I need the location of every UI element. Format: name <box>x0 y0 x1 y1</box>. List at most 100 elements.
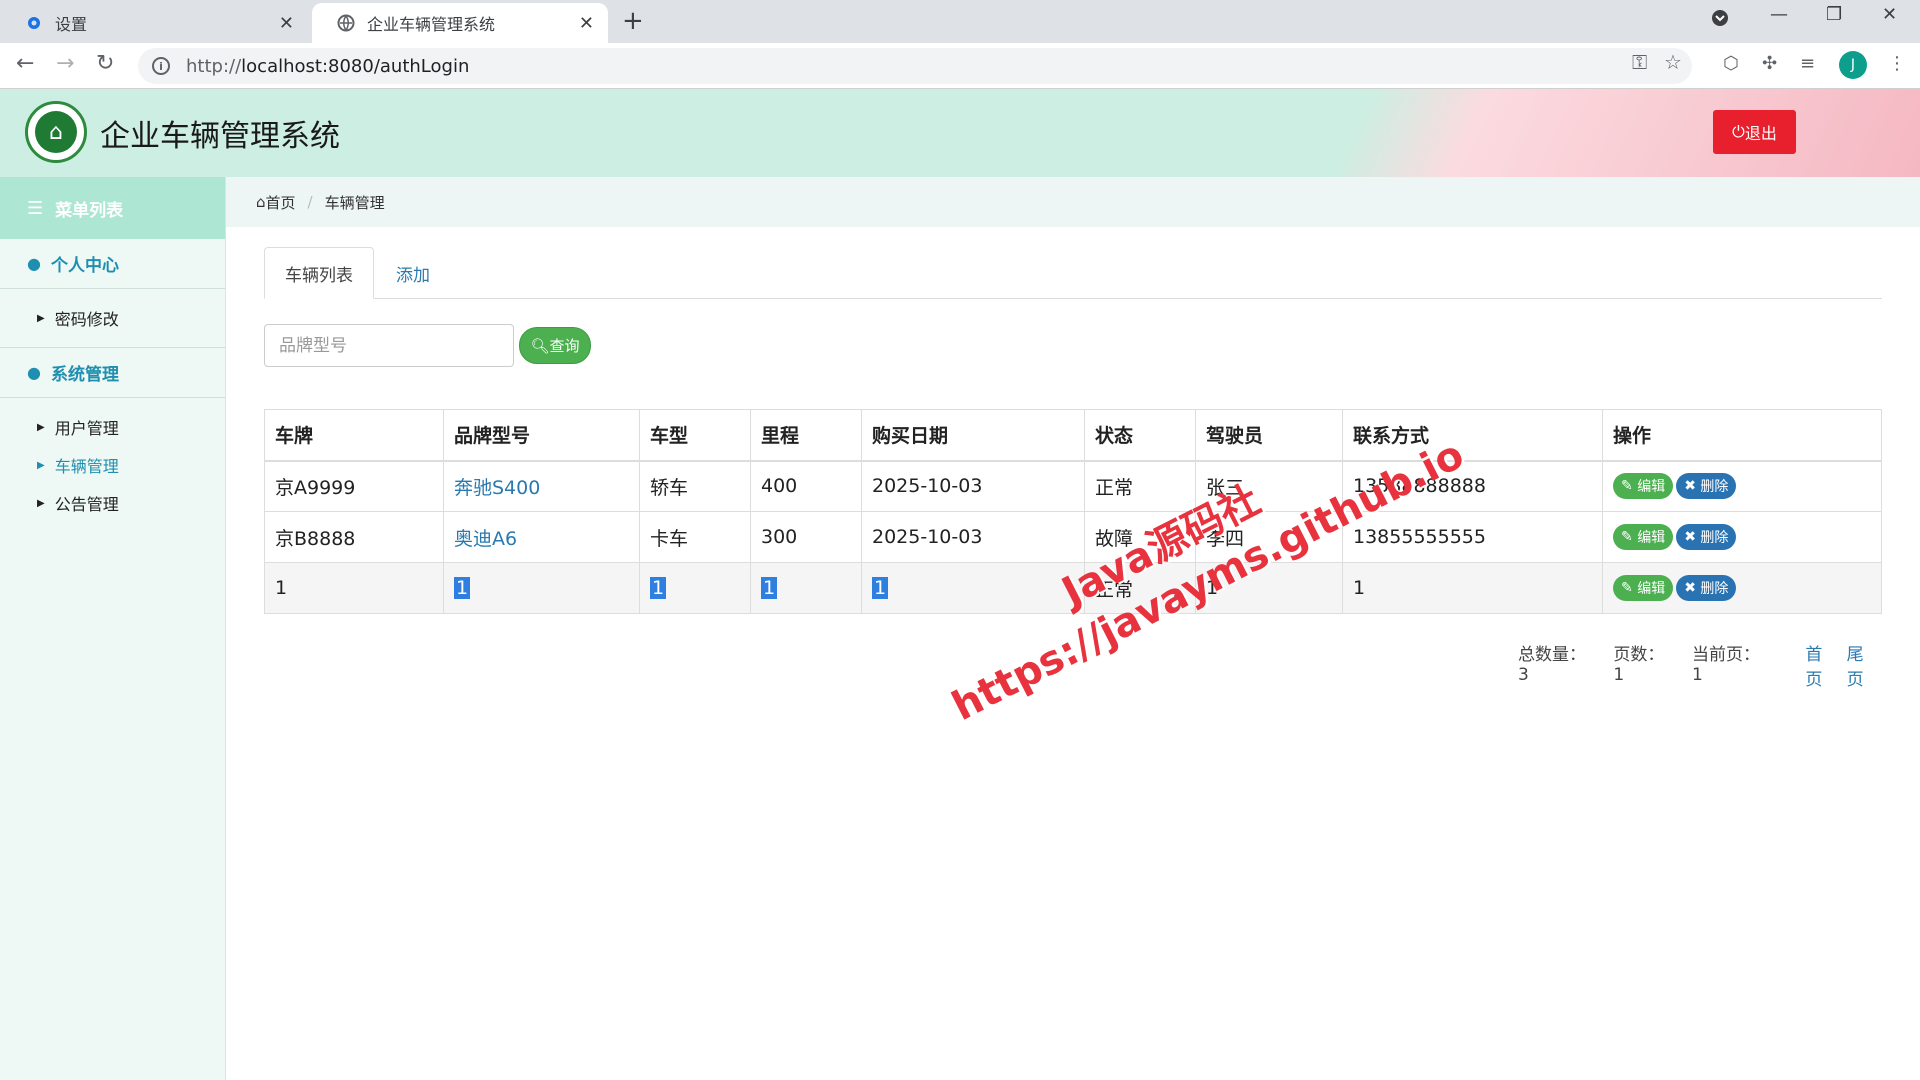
cell-mileage: 1 <box>750 562 862 614</box>
sidebar-item-notices[interactable]: ▶ 公告管理 <box>37 484 225 522</box>
browser-tab-active[interactable]: 企业车辆管理系统 ✕ <box>312 3 608 43</box>
close-icon[interactable]: ✕ <box>279 13 294 34</box>
url-text: localhost:8080/authLogin <box>241 55 470 77</box>
column-header: 购买日期 <box>861 409 1085 462</box>
cell-actions: ✎ 编辑 ✖ 删除 <box>1602 511 1882 563</box>
url-scheme: http:// <box>186 55 242 77</box>
caret-right-icon: ▶ <box>37 312 45 324</box>
logout-label: 退出 <box>1744 124 1777 143</box>
sidebar-item-vehicles[interactable]: ▶ 车辆管理 <box>37 446 225 484</box>
cell-model-link[interactable]: 奥迪A6 <box>443 511 640 563</box>
delete-button[interactable]: ✖ 删除 <box>1676 473 1737 500</box>
menu-title: 菜单列表 <box>55 200 124 221</box>
sidebar-sublist: ▶ 密码修改 <box>0 289 225 348</box>
sidebar-group-system[interactable]: ● 系统管理 <box>0 348 225 398</box>
app-header: ⌂ 企业车辆管理系统 ⏻ 退出 <box>0 89 1920 177</box>
selected-text: 1 <box>650 577 667 599</box>
tab-add[interactable]: 添加 <box>376 247 450 299</box>
reload-icon[interactable]: ↻ <box>96 51 114 76</box>
sidebar-sublist: ▶ 用户管理 ▶ 车辆管理 ▶ 公告管理 <box>0 398 225 532</box>
extension-hex-icon[interactable]: ⬡ <box>1723 53 1739 74</box>
home-icon: ⌂ <box>256 193 266 211</box>
globe-icon <box>337 14 355 32</box>
star-icon[interactable]: ☆ <box>1664 50 1682 74</box>
tab-search-icon[interactable] <box>1710 8 1730 33</box>
cell-model-link[interactable]: 奔驰S400 <box>443 460 640 512</box>
edit-label: 编辑 <box>1637 479 1666 496</box>
cell-phone: 1 <box>1342 562 1603 614</box>
pager-first-link[interactable]: 首页 <box>1805 640 1838 690</box>
cell-date: 2025-10-03 <box>861 460 1085 512</box>
cell-type: 卡车 <box>639 511 751 563</box>
profile-avatar[interactable]: J <box>1839 51 1867 79</box>
column-header: 操作 <box>1602 409 1882 462</box>
house-icon: ⌂ <box>35 111 77 153</box>
address-bar[interactable]: i http://localhost:8080/authLogin <box>138 48 1692 84</box>
pencil-icon: ✎ <box>1621 478 1633 495</box>
close-window-icon[interactable]: ✕ <box>1882 4 1897 25</box>
puzzle-icon[interactable]: ✣ <box>1762 53 1777 74</box>
logout-button[interactable]: ⏻ 退出 <box>1713 110 1796 154</box>
x-icon: ✖ <box>1684 529 1696 545</box>
tab-vehicle-list[interactable]: 车辆列表 <box>264 247 374 299</box>
pager-total: 总数量：3 <box>1518 645 1586 685</box>
cell-status: 正常 <box>1084 460 1196 512</box>
column-header: 状态 <box>1084 409 1196 462</box>
app-title: 企业车辆管理系统 <box>100 119 340 154</box>
edit-button[interactable]: ✎ 编辑 <box>1613 575 1674 601</box>
table-row: 京A9999 奔驰S400 轿车 400 2025-10-03 正常 张三 13… <box>264 460 1882 512</box>
minimize-icon[interactable]: — <box>1770 4 1788 25</box>
user-icon: ● <box>27 363 41 382</box>
edit-button[interactable]: ✎ 编辑 <box>1613 524 1674 550</box>
cell-actions: ✎ 编辑 ✖ 删除 <box>1602 460 1882 512</box>
more-icon[interactable]: ⋮ <box>1888 53 1906 74</box>
new-tab-button[interactable]: + <box>622 6 644 36</box>
sidebar-item-label: 公告管理 <box>54 495 119 514</box>
sidebar-item-password[interactable]: ▶ 密码修改 <box>37 299 225 337</box>
cell-type: 轿车 <box>639 460 751 512</box>
edit-button[interactable]: ✎ 编辑 <box>1613 473 1674 500</box>
pagination: 总数量：3 页数：1 当前页：1 首页 尾页 <box>1500 640 1880 690</box>
pager-current: 当前页：1 <box>1691 645 1760 685</box>
forward-icon[interactable]: → <box>56 51 74 76</box>
browser-tab-settings[interactable]: 设置 ✕ <box>0 3 308 43</box>
cell-mileage: 400 <box>750 460 862 512</box>
cell-date: 2025-10-03 <box>861 511 1085 563</box>
cell-model-link[interactable]: 1 <box>443 562 640 614</box>
search-icon: 🔍︎ <box>530 336 550 355</box>
media-icon[interactable]: ≡ <box>1800 53 1815 74</box>
key-icon[interactable]: ⚿ <box>1632 50 1647 74</box>
site-info-icon[interactable]: i <box>152 57 170 75</box>
close-icon[interactable]: ✕ <box>579 13 594 34</box>
cell-type: 1 <box>639 562 751 614</box>
sidebar-item-users[interactable]: ▶ 用户管理 <box>37 408 225 446</box>
restore-icon[interactable]: ❐ <box>1826 4 1842 25</box>
pencil-icon: ✎ <box>1621 529 1633 545</box>
breadcrumb-separator: / <box>307 193 313 211</box>
selected-text: 1 <box>872 577 889 599</box>
menu-header: ☰ 菜单列表 <box>0 177 225 239</box>
pager-last-link[interactable]: 尾页 <box>1847 640 1880 690</box>
table-row: 京B8888 奥迪A6 卡车 300 2025-10-03 故障 李四 1385… <box>264 511 1882 563</box>
delete-button[interactable]: ✖ 删除 <box>1676 524 1737 550</box>
query-button[interactable]: 🔍︎ 查询 <box>519 327 591 364</box>
sidebar: ☰ 菜单列表 ● 个人中心 ▶ 密码修改 ● 系统管理 ▶ 用户管理 ▶ 车辆管… <box>0 177 226 1080</box>
caret-right-icon: ▶ <box>37 497 45 509</box>
x-icon: ✖ <box>1684 580 1696 596</box>
selected-text: 1 <box>761 577 778 599</box>
search-input[interactable] <box>264 324 514 367</box>
delete-label: 删除 <box>1700 479 1729 496</box>
content-tabs: 车辆列表 添加 <box>264 247 1882 299</box>
sidebar-group-personal[interactable]: ● 个人中心 <box>0 239 225 289</box>
column-header: 品牌型号 <box>443 409 640 462</box>
delete-label: 删除 <box>1700 530 1729 546</box>
edit-label: 编辑 <box>1637 581 1666 597</box>
breadcrumb-current: 车辆管理 <box>324 193 385 212</box>
group-label: 个人中心 <box>50 256 119 276</box>
pager-pages: 页数：1 <box>1613 645 1665 685</box>
breadcrumb-home[interactable]: 首页 <box>266 192 296 213</box>
delete-button[interactable]: ✖ 删除 <box>1676 575 1737 601</box>
list-icon: ☰ <box>27 197 44 219</box>
back-icon[interactable]: ← <box>16 51 34 76</box>
browser-tabstrip: 设置 ✕ 企业车辆管理系统 ✕ + — ❐ ✕ <box>0 0 1920 43</box>
